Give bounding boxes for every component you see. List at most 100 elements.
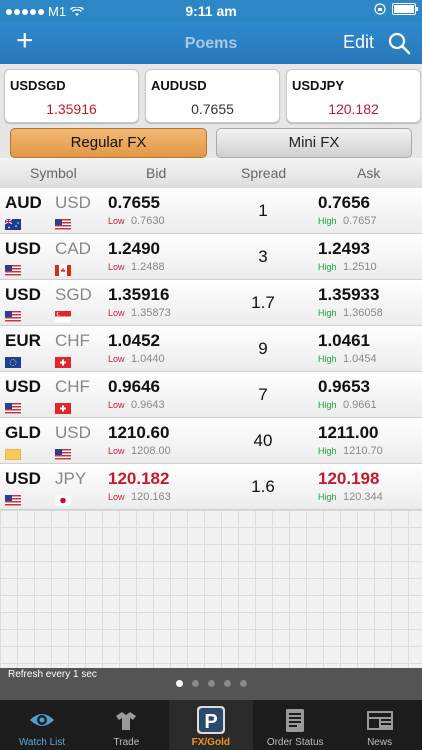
low-label: Low — [108, 400, 125, 410]
fx-rate-row[interactable]: USD CAD 1.2490 Low 1.2488 3 1.2493 High 1.2510 — [0, 234, 422, 280]
low-value: 0.7630 — [131, 215, 165, 227]
page-indicator[interactable] — [0, 680, 422, 687]
base-currency: USD — [5, 239, 41, 258]
edit-button[interactable]: Edit — [343, 32, 374, 53]
low-value: 1.2488 — [131, 261, 165, 273]
spread-value: 9 — [258, 339, 268, 358]
low-label: Low — [108, 216, 125, 226]
svg-text:P: P — [204, 711, 217, 733]
quote-symbol: USDSGD — [10, 78, 66, 93]
refresh-bar: Refresh every 1 sec — [0, 668, 422, 700]
fx-rate-row[interactable]: EUR CHF 1.0452 Low 1.0440 9 1.0461 High 1.0454 — [0, 326, 422, 372]
bid-price: 120.182 — [108, 469, 170, 488]
tab-watch-list[interactable]: Watch List — [0, 700, 84, 750]
eye-icon — [27, 706, 57, 734]
quote-card-usdsgd[interactable]: USDSGD 1.35916 — [4, 69, 139, 123]
quote-currency: CAD — [55, 239, 91, 258]
fx-rate-row[interactable]: AUD USD 0.7655 Low 0.7630 1 0.7656 High 0.7657 — [0, 188, 422, 234]
flag-au-icon — [4, 217, 21, 230]
flag-us-icon — [55, 217, 71, 230]
page-dot[interactable] — [223, 680, 231, 687]
search-icon[interactable] — [386, 30, 412, 56]
quote-symbol: USDJPY — [292, 78, 345, 93]
bid-price: 0.7655 — [108, 193, 160, 212]
bid-price: 1.0452 — [108, 331, 160, 350]
segment-regular-fx[interactable]: Regular FX — [10, 128, 207, 158]
flag-jp-icon — [54, 493, 72, 507]
poems-p-icon: P — [196, 706, 226, 734]
low-label: Low — [108, 354, 125, 364]
rotation-lock-icon — [374, 3, 386, 15]
quote-currency: JPY — [55, 469, 87, 488]
quote-cards: USDSGD 1.35916 AUDUSD 0.7655 USDJPY 120.… — [0, 64, 422, 126]
flag-sg-icon — [55, 309, 71, 322]
base-currency: USD — [5, 285, 41, 304]
low-value: 1208.00 — [131, 445, 171, 457]
high-label: High — [318, 308, 337, 318]
spread-value: 40 — [253, 431, 273, 450]
ask-price: 1211.00 — [318, 423, 379, 442]
quote-currency: USD — [55, 193, 91, 212]
quote-card-audusd[interactable]: AUDUSD 0.7655 — [145, 69, 280, 123]
column-bid: Bid — [146, 165, 167, 181]
quote-card-usdjpy[interactable]: USDJPY 120.182 — [286, 69, 421, 123]
spread-value: 1.6 — [251, 477, 275, 496]
column-ask: Ask — [357, 165, 381, 181]
spread-value: 1.7 — [251, 293, 275, 312]
tab-bar: Watch List Trade P FX/Gold Order Status News — [0, 700, 422, 750]
tab-label: Watch List — [18, 737, 66, 748]
high-label: High — [318, 354, 337, 364]
fx-rate-row[interactable]: GLD USD 1210.60 Low 1208.00 40 1211.00 High 1210… — [0, 418, 422, 464]
trade-icon — [111, 706, 141, 734]
high-value: 1.2510 — [343, 261, 377, 273]
base-currency: USD — [5, 469, 41, 488]
quote-currency: SGD — [55, 285, 92, 304]
flag-ch-icon — [55, 355, 71, 368]
base-currency: GLD — [5, 423, 41, 442]
high-value: 1210.70 — [343, 445, 383, 457]
flag-us-icon — [5, 493, 21, 506]
tab-label: FX/Gold — [191, 737, 230, 748]
quote-currency: CHF — [55, 331, 90, 350]
fx-rate-row[interactable]: USD CHF 0.9646 Low 0.9643 7 0.9653 High 0.9661 — [0, 372, 422, 418]
quote-value: 120.182 — [328, 101, 379, 117]
page-dot[interactable] — [191, 680, 199, 687]
page-dot[interactable] — [175, 680, 183, 687]
tab-order-status[interactable]: Order Status — [253, 700, 337, 750]
refresh-text: Refresh every 1 sec — [8, 669, 97, 680]
ask-price: 0.7656 — [318, 193, 370, 212]
column-symbol: Symbol — [30, 165, 77, 181]
ask-price: 1.0461 — [318, 331, 370, 350]
high-value: 1.0454 — [343, 353, 377, 365]
high-value: 0.7657 — [343, 215, 377, 227]
bid-price: 1210.60 — [108, 423, 170, 442]
status-right — [374, 3, 418, 15]
flag-ch-icon — [55, 401, 71, 414]
bid-price: 0.9646 — [108, 377, 160, 396]
fx-type-segmented-control: Regular FX Mini FX — [0, 126, 422, 158]
page-dot[interactable] — [239, 680, 247, 687]
low-value: 0.9643 — [131, 399, 165, 411]
page-dot[interactable] — [207, 680, 215, 687]
clock: 9:11 am — [185, 3, 237, 19]
bid-price: 1.35916 — [108, 285, 170, 304]
segment-mini-fx[interactable]: Mini FX — [216, 128, 412, 158]
tab-trade[interactable]: Trade — [84, 700, 168, 750]
battery-icon — [392, 3, 418, 15]
newspaper-icon — [365, 706, 395, 734]
flag-eu-icon — [5, 355, 21, 368]
low-label: Low — [108, 308, 125, 318]
fx-rate-row[interactable]: USD JPY 120.182 Low 120.163 1.6 120.198 High 120… — [0, 464, 422, 510]
fx-rate-row[interactable]: USD SGD 1.35916 Low 1.35873 1.7 1.35933 High 1.3… — [0, 280, 422, 326]
tab-label: Trade — [113, 737, 140, 748]
tab-news[interactable]: News — [338, 700, 422, 750]
low-value: 1.0440 — [131, 353, 165, 365]
high-value: 120.344 — [343, 491, 383, 503]
bid-price: 1.2490 — [108, 239, 160, 258]
ask-price: 0.9653 — [318, 377, 370, 396]
flag-us-icon — [5, 263, 21, 276]
high-label: High — [318, 400, 337, 410]
low-value: 120.163 — [131, 491, 171, 503]
fx-rate-list: AUD USD 0.7655 Low 0.7630 1 0.7656 High 0.7657 US… — [0, 188, 422, 510]
tab-fx-gold[interactable]: P FX/Gold — [168, 700, 253, 750]
